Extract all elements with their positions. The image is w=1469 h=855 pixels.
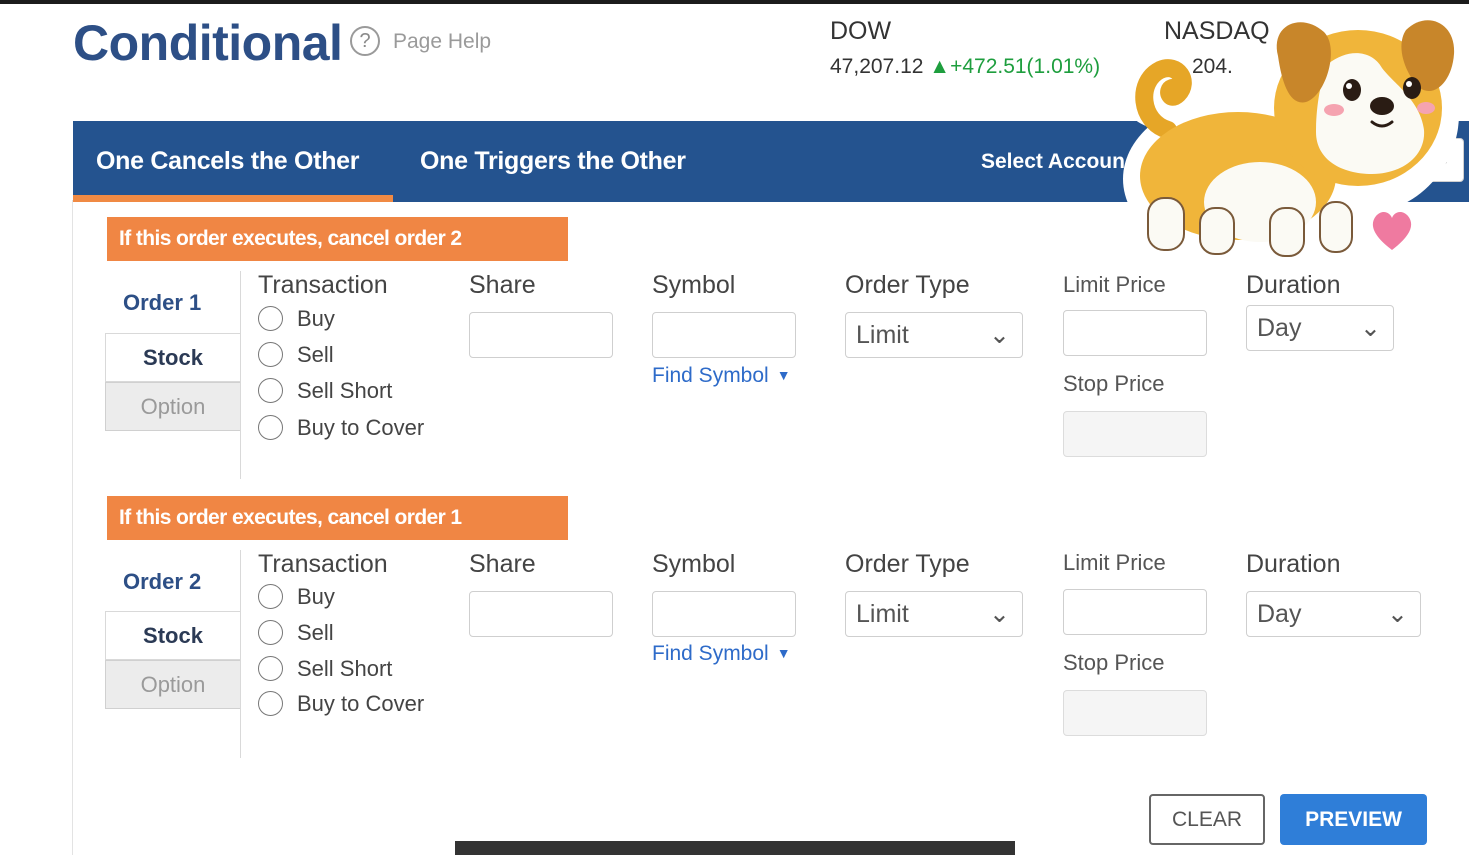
order-2-transaction-header: Transaction: [258, 550, 388, 578]
radio-label: Buy: [297, 584, 335, 609]
order-1-limit-price-header: Limit Price: [1063, 272, 1166, 297]
select-account-label[interactable]: Select Accoun: [981, 121, 1125, 202]
order-1-label: Order 1: [123, 290, 202, 315]
order-2-limit-price-input[interactable]: [1063, 589, 1207, 635]
question-circle-icon[interactable]: ?: [350, 26, 380, 56]
radio-circle-icon: [258, 415, 283, 440]
order-2-duration-header: Duration: [1246, 550, 1341, 578]
order-1-symbol-header: Symbol: [652, 271, 736, 299]
puppy-sticker-icon: [1122, 12, 1459, 264]
page-title: Conditional: [73, 15, 343, 71]
radio-label: Sell: [297, 620, 334, 645]
content-left-border: [72, 200, 73, 855]
order-1-duration-header: Duration: [1246, 271, 1341, 299]
order-1-stop-price-input[interactable]: [1063, 411, 1207, 457]
order-2-divider: [240, 550, 241, 758]
chevron-down-icon: ⌄: [1387, 600, 1408, 628]
order-2-stop-price-input[interactable]: [1063, 690, 1207, 736]
duration-value: Day: [1257, 314, 1302, 342]
order-1-share-input[interactable]: [469, 312, 613, 358]
order-1-transaction-header: Transaction: [258, 271, 388, 299]
radio-circle-icon: [258, 691, 283, 716]
radio-label: Buy to Cover: [297, 415, 425, 440]
order-1-order-type-select[interactable]: Limit ⌄: [845, 312, 1023, 358]
order-2-order-type-header: Order Type: [845, 550, 970, 578]
order-2-option-button[interactable]: Option: [105, 660, 240, 709]
order-2-symbol-input[interactable]: [652, 591, 796, 637]
chevron-down-icon: ⌄: [989, 600, 1010, 628]
active-tab-indicator: [73, 195, 393, 202]
preview-button[interactable]: PREVIEW: [1280, 794, 1427, 845]
order-2-symbol-header: Symbol: [652, 550, 736, 578]
order-1-option-button[interactable]: Option: [105, 382, 240, 431]
order-1-limit-price-input[interactable]: [1063, 310, 1207, 356]
ticker-dow-value: 47,207.12: [830, 55, 924, 78]
radio-circle-icon: [258, 378, 283, 403]
caret-down-icon: ▼: [776, 367, 791, 383]
chevron-down-icon: ⌄: [1360, 314, 1381, 342]
find-symbol-label: Find Symbol: [652, 364, 769, 387]
radio-circle-icon: [258, 656, 283, 681]
order-2-order-type-select[interactable]: Limit ⌄: [845, 591, 1023, 637]
order-1-duration-select[interactable]: Day ⌄: [1246, 305, 1394, 351]
tab-one-cancels-other[interactable]: One Cancels the Other: [96, 121, 360, 202]
page-help-link[interactable]: Page Help: [393, 30, 491, 54]
caption-overlay-bar: [455, 841, 1015, 855]
order-2-stop-price-header: Stop Price: [1063, 650, 1165, 675]
clear-button[interactable]: CLEAR: [1149, 794, 1265, 845]
radio-circle-icon: [258, 306, 283, 331]
radio-label: Sell: [297, 342, 334, 367]
order-1-find-symbol-link[interactable]: Find Symbol ▼: [652, 364, 791, 388]
order-2-stock-button[interactable]: Stock: [105, 611, 240, 660]
radio-label: Buy to Cover: [297, 691, 425, 716]
order-2-limit-price-header: Limit Price: [1063, 550, 1166, 575]
chevron-down-icon: ⌄: [989, 321, 1010, 349]
order-type-value: Limit: [856, 600, 909, 628]
order-2-share-input[interactable]: [469, 591, 613, 637]
tab-one-triggers-other[interactable]: One Triggers the Other: [420, 121, 686, 202]
order-1-share-header: Share: [469, 271, 536, 299]
order-2-find-symbol-link[interactable]: Find Symbol ▼: [652, 642, 791, 666]
order-type-value: Limit: [856, 321, 909, 349]
radio-label: Buy: [297, 306, 335, 331]
order-1-order-type-header: Order Type: [845, 271, 970, 299]
radio-circle-icon: [258, 342, 283, 367]
order-1-stop-price-header: Stop Price: [1063, 371, 1165, 396]
order-1-symbol-input[interactable]: [652, 312, 796, 358]
radio-label: Sell Short: [297, 378, 393, 403]
order-2-banner: If this order executes, cancel order 1: [107, 496, 568, 540]
order-1-divider: [240, 271, 241, 479]
ticker-dow-change: ▲+472.51(1.01%): [929, 55, 1101, 78]
radio-circle-icon: [258, 584, 283, 609]
caret-down-icon: ▼: [776, 645, 791, 661]
radio-circle-icon: [258, 620, 283, 645]
order-1-stock-button[interactable]: Stock: [105, 333, 240, 382]
ticker-dow-name: DOW: [830, 17, 892, 45]
radio-label: Sell Short: [297, 656, 393, 681]
order-1-banner: If this order executes, cancel order 2: [107, 217, 568, 261]
find-symbol-label: Find Symbol: [652, 642, 769, 665]
duration-value: Day: [1257, 600, 1302, 628]
order-2-duration-select[interactable]: Day ⌄: [1246, 591, 1421, 637]
order-2-share-header: Share: [469, 550, 536, 578]
order-2-label: Order 2: [123, 569, 202, 594]
ticker-dow-quote: 47,207.12 ▲+472.51(1.01%): [830, 55, 1100, 79]
